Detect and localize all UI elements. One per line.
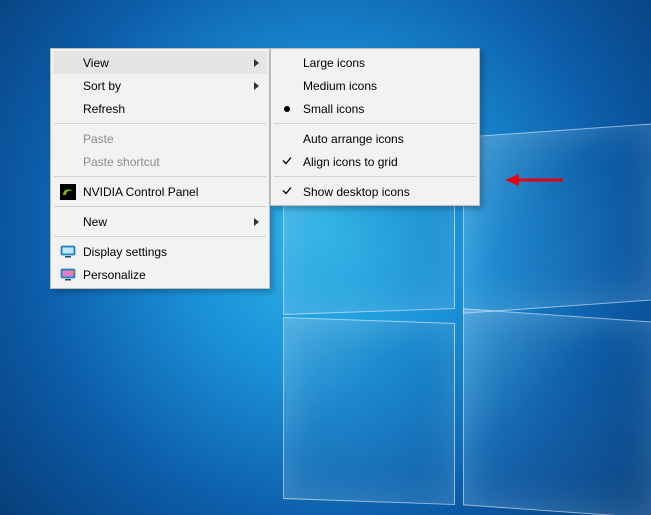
menu-item-new[interactable]: New (53, 210, 267, 233)
menu-item-personalize[interactable]: Personalize (53, 263, 267, 286)
wallpaper-pane (463, 123, 651, 313)
submenu-item-large-icons[interactable]: Large icons (273, 51, 477, 74)
personalize-icon (60, 267, 76, 283)
menu-item-sort-by[interactable]: Sort by (53, 74, 267, 97)
menu-item-label: View (83, 56, 109, 70)
submenu-item-align-grid[interactable]: Align icons to grid (273, 150, 477, 173)
submenu-item-small-icons[interactable]: Small icons (273, 97, 477, 120)
nvidia-icon (60, 184, 76, 200)
view-submenu: Large icons Medium icons Small icons Aut… (270, 48, 480, 206)
menu-item-display-settings[interactable]: Display settings (53, 240, 267, 263)
menu-item-label: Refresh (83, 102, 125, 116)
menu-item-paste-shortcut: Paste shortcut (53, 150, 267, 173)
check-icon (281, 154, 293, 169)
submenu-item-show-desktop-icons[interactable]: Show desktop icons (273, 180, 477, 203)
menu-item-nvidia-control-panel[interactable]: NVIDIA Control Panel (53, 180, 267, 203)
menu-item-label: Large icons (303, 56, 365, 70)
menu-separator (274, 123, 476, 124)
menu-item-label: Sort by (83, 79, 121, 93)
wallpaper-pane (463, 308, 651, 515)
submenu-item-medium-icons[interactable]: Medium icons (273, 74, 477, 97)
menu-item-label: Medium icons (303, 79, 377, 93)
menu-separator (274, 176, 476, 177)
display-settings-icon (60, 244, 76, 260)
menu-item-label: NVIDIA Control Panel (83, 185, 198, 199)
menu-item-label: Show desktop icons (303, 185, 410, 199)
menu-separator (54, 176, 266, 177)
menu-item-label: Paste shortcut (83, 155, 160, 169)
wallpaper-pane (283, 317, 455, 505)
desktop[interactable]: View Sort by Refresh Paste Paste shortcu… (0, 0, 651, 515)
menu-item-refresh[interactable]: Refresh (53, 97, 267, 120)
menu-separator (54, 206, 266, 207)
chevron-right-icon (254, 82, 259, 90)
menu-item-paste: Paste (53, 127, 267, 150)
menu-item-label: Personalize (83, 268, 146, 282)
chevron-right-icon (254, 59, 259, 67)
menu-separator (54, 236, 266, 237)
menu-item-label: New (83, 215, 107, 229)
menu-item-label: Auto arrange icons (303, 132, 404, 146)
menu-separator (54, 123, 266, 124)
menu-item-label: Small icons (303, 102, 364, 116)
check-icon (281, 184, 293, 199)
radio-selected-icon (284, 106, 290, 112)
menu-item-view[interactable]: View (53, 51, 267, 74)
chevron-right-icon (254, 218, 259, 226)
submenu-item-auto-arrange[interactable]: Auto arrange icons (273, 127, 477, 150)
desktop-context-menu: View Sort by Refresh Paste Paste shortcu… (50, 48, 270, 289)
menu-item-label: Paste (83, 132, 114, 146)
menu-item-label: Display settings (83, 245, 167, 259)
menu-item-label: Align icons to grid (303, 155, 398, 169)
